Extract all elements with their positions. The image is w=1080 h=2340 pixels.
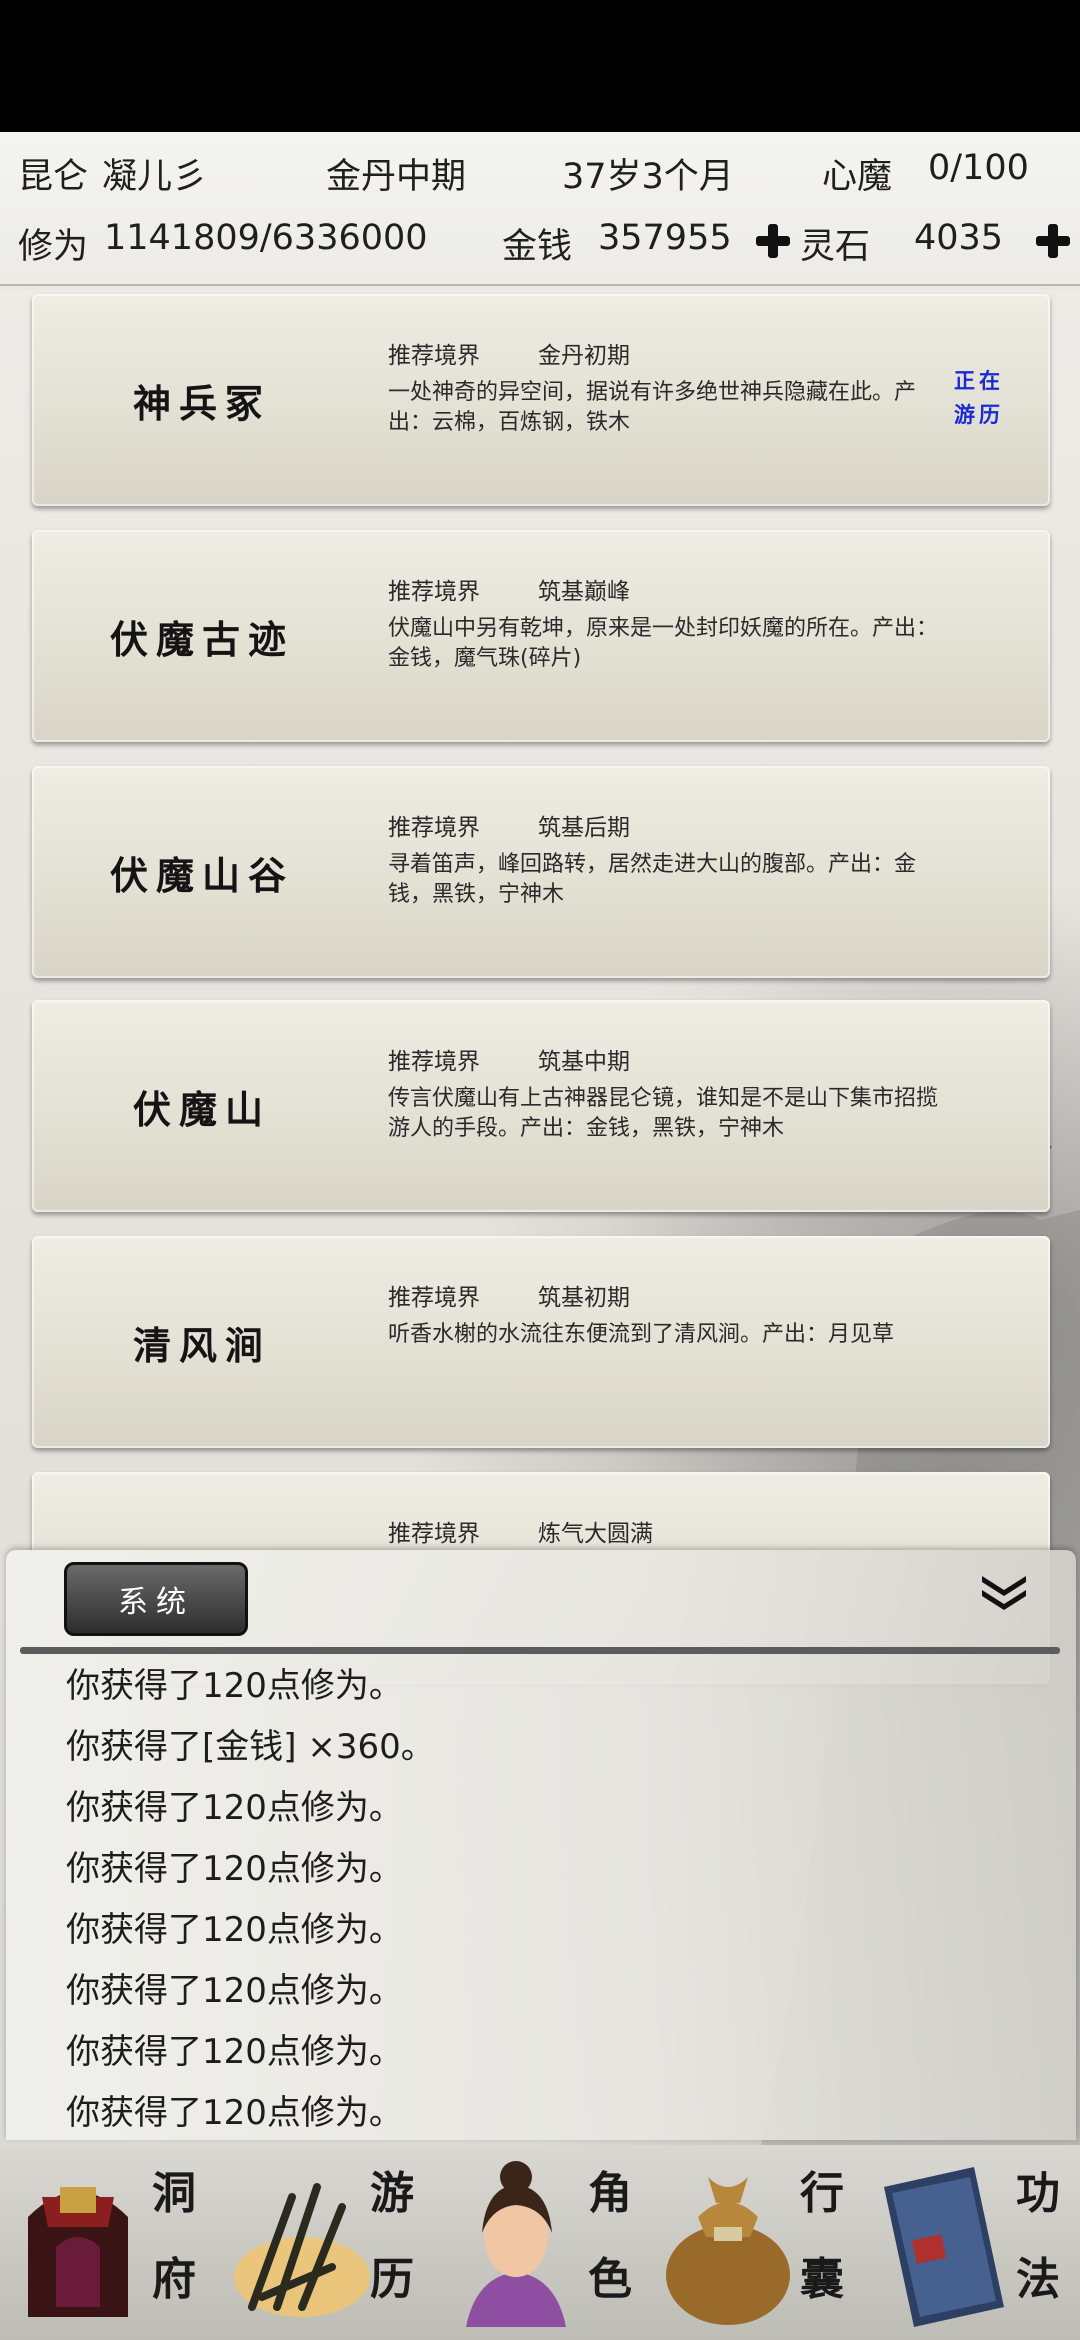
status-bar [0, 0, 1080, 132]
collapse-chevron-icon[interactable] [976, 1568, 1032, 1616]
recommended-realm-label: 推荐境界 [388, 343, 480, 369]
nav-label: 色 [588, 2254, 632, 2305]
location-description: 传言伏魔山有上古神器昆仑镜，谁知是不是山下集市招揽游人的手段。产出：金钱，黑铁，… [388, 1086, 939, 1141]
realm-label: 金丹中期 [326, 157, 467, 197]
log-line: 你获得了120点修为。 [66, 1971, 403, 2011]
nav-label: 游 [370, 2168, 414, 2219]
cave-dwelling-icon [28, 2187, 128, 2317]
travel-icon [234, 2183, 370, 2317]
nav-label: 洞 [152, 2168, 196, 2219]
nav-label: 囊 [800, 2254, 844, 2305]
add-spirit-stone-icon[interactable] [1036, 224, 1070, 258]
nav-label: 法 [1016, 2254, 1060, 2305]
location-description: 一处神奇的异空间，据说有许多绝世神兵隐藏在此。产出：云棉，百炼钢，铁木 [388, 380, 917, 435]
nav-label: 行 [800, 2168, 844, 2219]
age-label: 37岁3个月 [562, 157, 734, 197]
player-name: 凝儿彡 [102, 157, 208, 197]
money-value: 357955 [598, 218, 732, 258]
nav-label: 历 [370, 2254, 414, 2305]
spirit-stone-label: 灵石 [800, 227, 871, 267]
spirit-stone-value: 4035 [914, 218, 1004, 258]
log-line: 你获得了120点修为。 [66, 2093, 403, 2133]
recommended-realm: 金丹初期 [538, 343, 630, 369]
location-name: 伏魔山谷 [109, 852, 294, 898]
cultivation-value: 1141809/6336000 [104, 218, 428, 258]
money-label: 金钱 [502, 227, 573, 267]
recommended-realm: 筑基巅峰 [538, 579, 630, 605]
character-icon [466, 2161, 566, 2327]
location-label: 昆仑 [18, 157, 89, 197]
location-card[interactable]: 伏魔山谷 推荐境界 筑基后期 寻着笛声，峰回路转，居然走进大山的腹部。产出：金钱… [32, 766, 1050, 978]
log-divider [20, 1647, 1060, 1654]
location-description: 寻着笛声，峰回路转，居然走进大山的腹部。产出：金钱，黑铁，宁神木 [388, 852, 917, 907]
demon-value: 0/100 [928, 148, 1029, 188]
location-description: 听香水榭的水流往东便流到了清风涧。产出：月见草 [388, 1322, 895, 1347]
location-name: 神兵冢 [132, 380, 271, 426]
bag-icon [666, 2177, 790, 2325]
system-log-panel: 系统 你获得了120点修为。 你获得了[金钱] ×360。 你获得了120点修为… [6, 1550, 1076, 2140]
log-line: 你获得了120点修为。 [66, 1910, 403, 1950]
recommended-realm: 筑基中期 [538, 1049, 630, 1075]
log-line: 你获得了120点修为。 [66, 1666, 403, 1706]
traveling-status: 正在游历 [954, 368, 1004, 427]
add-money-icon[interactable] [756, 224, 790, 258]
demon-label: 心魔 [822, 157, 893, 197]
nav-skills[interactable]: 功 法 [866, 2145, 1080, 2340]
location-card[interactable]: 清风涧 推荐境界 筑基初期 听香水榭的水流往东便流到了清风涧。产出：月见草 [32, 1236, 1050, 1448]
cultivation-label: 修为 [18, 227, 89, 267]
recommended-realm-label: 推荐境界 [388, 1285, 480, 1311]
location-name: 伏魔古迹 [109, 616, 294, 662]
recommended-realm-label: 推荐境界 [388, 1049, 480, 1075]
location-card[interactable]: 伏魔山 推荐境界 筑基中期 传言伏魔山有上古神器昆仑镜，谁知是不是山下集市招揽游… [32, 1000, 1050, 1212]
location-name: 伏魔山 [132, 1086, 271, 1132]
system-log-tab[interactable]: 系统 [64, 1562, 248, 1636]
recommended-realm: 筑基后期 [538, 815, 630, 841]
location-card[interactable]: 神兵冢 推荐境界 金丹初期 一处神奇的异空间，据说有许多绝世神兵隐藏在此。产出：… [32, 294, 1050, 506]
recommended-realm-label: 推荐境界 [388, 1521, 480, 1547]
location-card[interactable]: 伏魔古迹 推荐境界 筑基巅峰 伏魔山中另有乾坤，原来是一处封印妖魔的所在。产出：… [32, 530, 1050, 742]
nav-label: 角 [588, 2168, 632, 2219]
log-line: 你获得了[金钱] ×360。 [66, 1727, 435, 1767]
recommended-realm: 炼气大圆满 [538, 1521, 653, 1547]
location-description: 伏魔山中另有乾坤，原来是一处封印妖魔的所在。产出：金钱，魔气珠(碎片) [388, 616, 939, 671]
log-line: 你获得了120点修为。 [66, 1788, 403, 1828]
nav-label: 府 [152, 2254, 196, 2305]
log-line: 你获得了120点修为。 [66, 1849, 403, 1889]
skill-book-icon [884, 2167, 1004, 2327]
bottom-navigation: 洞 府 游 历 角 色 行 囊 功 法 [0, 2145, 1080, 2340]
log-line: 你获得了120点修为。 [66, 2032, 403, 2072]
player-stats-panel: 昆仑 凝儿彡 金丹中期 37岁3个月 心魔 0/100 修为 1141809/6… [0, 132, 1080, 286]
location-name: 清风涧 [132, 1322, 271, 1368]
nav-label: 功 [1016, 2168, 1060, 2219]
recommended-realm: 筑基初期 [538, 1285, 630, 1311]
recommended-realm-label: 推荐境界 [388, 815, 480, 841]
recommended-realm-label: 推荐境界 [388, 579, 480, 605]
